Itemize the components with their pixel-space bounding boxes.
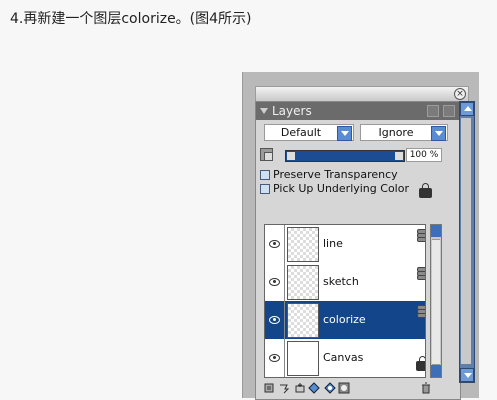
- panel-scroll-track[interactable]: [461, 118, 471, 364]
- opacity-slider-handle[interactable]: [395, 152, 403, 160]
- preserve-transparency-checkbox[interactable]: [260, 170, 270, 180]
- mask-icon[interactable]: [324, 382, 336, 394]
- opacity-slider[interactable]: [285, 150, 405, 162]
- eye-icon[interactable]: [269, 278, 280, 286]
- layer-attributes-icon[interactable]: [264, 382, 276, 394]
- pick-up-color-checkbox[interactable]: [260, 184, 270, 194]
- layer-thumbnail: [287, 341, 319, 376]
- dynamic-plugin-icon[interactable]: [308, 382, 320, 394]
- opacity-slider-left-arrow[interactable]: [287, 152, 295, 160]
- layer-row-colorize[interactable]: colorize: [265, 301, 425, 340]
- pick-up-color-label: Pick Up Underlying Color: [273, 182, 409, 195]
- layer-name: Canvas: [323, 351, 364, 364]
- layer-thumbnail: [287, 265, 319, 300]
- chevron-down-icon[interactable]: [337, 126, 352, 141]
- blend-mode-dropdown[interactable]: Default: [264, 124, 354, 141]
- lock-icon: [416, 356, 425, 371]
- close-icon[interactable]: ×: [454, 88, 466, 100]
- new-layer-icon[interactable]: [294, 382, 306, 394]
- scroll-thumb[interactable]: [432, 239, 440, 365]
- chevron-up-icon[interactable]: [460, 102, 474, 116]
- eye-icon[interactable]: [269, 240, 280, 248]
- layers-panel: Layers Default Ignore 100 % Preserve Tra…: [255, 101, 461, 400]
- layer-thumbnail: [287, 303, 319, 338]
- composite-dropdown[interactable]: Ignore: [360, 124, 448, 141]
- eye-icon[interactable]: [269, 354, 280, 362]
- chevron-down-icon[interactable]: [460, 368, 474, 382]
- composite-value: Ignore: [378, 126, 414, 139]
- layer-list: line sketch colorize Canvas: [264, 224, 426, 378]
- layer-mask-icon[interactable]: [260, 148, 273, 161]
- layer-thumbnail: [287, 227, 319, 262]
- layer-stack-icon: [417, 305, 425, 318]
- create-mask-icon[interactable]: [338, 382, 350, 394]
- drop-layer-icon[interactable]: [278, 382, 290, 394]
- caption-text: 4.再新建一个图层colorize。(图4所示): [10, 11, 252, 27]
- window-title-strip[interactable]: ×: [255, 86, 469, 101]
- panel-scrollbar[interactable]: [459, 101, 475, 383]
- scroll-up-button[interactable]: [431, 225, 441, 237]
- layer-toolbar: [264, 382, 440, 396]
- layer-name: line: [323, 237, 343, 250]
- layer-row-sketch[interactable]: sketch: [265, 263, 425, 302]
- layer-name: sketch: [323, 275, 359, 288]
- opacity-value[interactable]: 100 %: [406, 148, 442, 162]
- layer-list-scrollbar[interactable]: [430, 224, 442, 378]
- layer-stack-icon: [417, 229, 425, 242]
- layer-name: colorize: [323, 313, 366, 326]
- layer-row-line[interactable]: line: [265, 225, 425, 264]
- panel-menu-icon[interactable]: [427, 105, 439, 117]
- trash-icon[interactable]: [420, 382, 432, 394]
- layer-row-canvas[interactable]: Canvas: [265, 339, 425, 377]
- panel-collapse-icon[interactable]: [443, 105, 455, 117]
- chevron-down-icon[interactable]: [431, 126, 446, 141]
- collapse-triangle-icon[interactable]: [260, 108, 268, 114]
- layers-window: × Layers Default Ignore 100 % Preserve T…: [242, 72, 479, 400]
- panel-title: Layers: [272, 104, 312, 118]
- lock-icon[interactable]: [419, 183, 432, 198]
- scroll-down-button[interactable]: [431, 365, 441, 377]
- layers-title-bar[interactable]: Layers: [256, 102, 460, 120]
- layer-stack-icon: [417, 267, 425, 280]
- eye-icon[interactable]: [269, 316, 280, 324]
- preserve-transparency-label: Preserve Transparency: [273, 168, 398, 181]
- blend-mode-value: Default: [280, 126, 322, 139]
